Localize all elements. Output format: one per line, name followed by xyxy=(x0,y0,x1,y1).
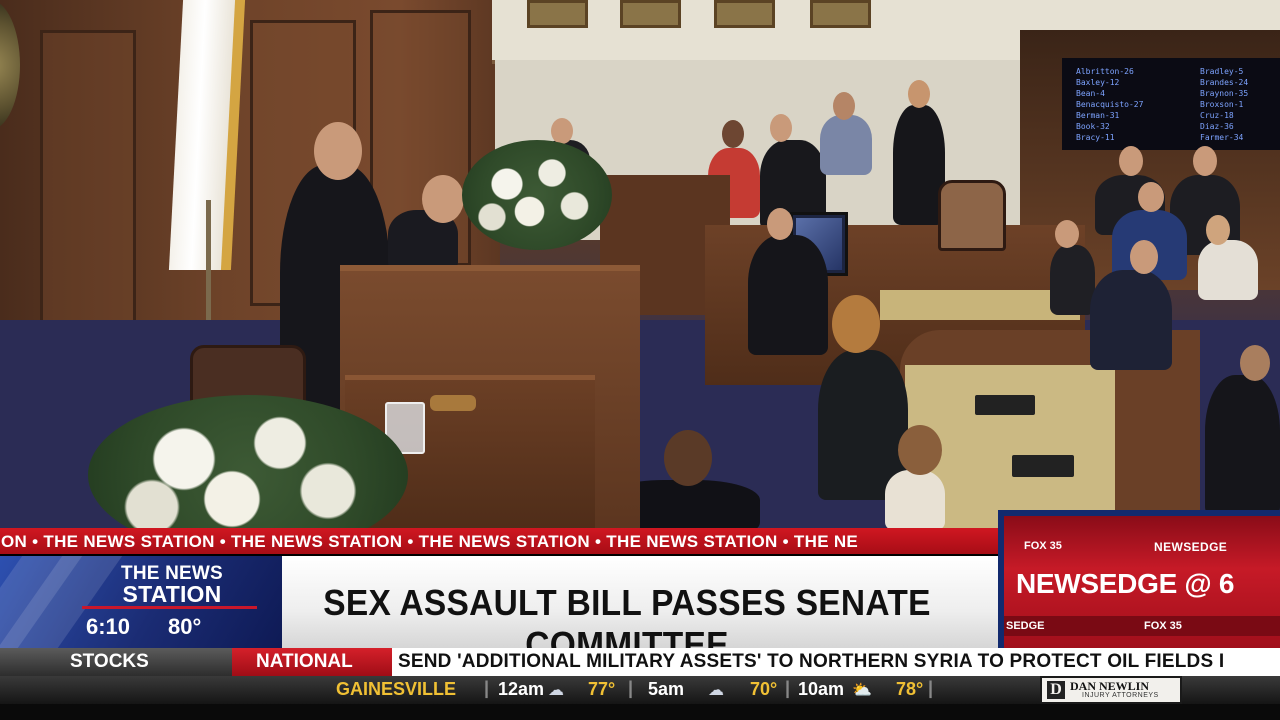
promo-show-name: NEWSEDGE xyxy=(1154,540,1228,554)
category-tab: NATIONAL xyxy=(232,648,392,676)
station-time: 6:10 xyxy=(86,614,131,639)
category-label: NATIONAL xyxy=(256,651,353,672)
station-name-line2: STATION xyxy=(122,581,222,607)
promo-band xyxy=(1004,616,1280,636)
separator: | xyxy=(785,678,791,698)
weather-city: GAINESVILLE xyxy=(336,679,457,699)
separator: | xyxy=(484,678,490,698)
stocks-tab: STOCKS xyxy=(0,648,232,676)
gavel xyxy=(430,395,476,411)
station-name: THE NEWS STATION xyxy=(82,564,262,606)
partly-sunny-icon: ⛅ xyxy=(852,682,872,699)
forecast-time: 5am xyxy=(648,679,685,699)
vote-board: Albritton-26 Baxley-12 Bean-4 Benacquist… xyxy=(1062,58,1280,150)
forecast-temp: 77° xyxy=(588,679,616,699)
separator: | xyxy=(628,678,634,698)
forecast-time: 10am xyxy=(798,679,845,699)
sponsor-tagline: INJURY ATTORNEYS xyxy=(1082,692,1159,699)
laptop xyxy=(1012,455,1074,477)
cloudy-icon: ☁ xyxy=(708,682,724,699)
flower-arrangement xyxy=(462,140,612,250)
separator: | xyxy=(928,678,934,698)
headline-box: SEX ASSAULT BILL PASSES SENATE COMMITTEE xyxy=(282,556,1002,665)
video-frame: Albritton-26 Baxley-12 Bean-4 Benacquist… xyxy=(0,0,1280,530)
station-temperature: 80° xyxy=(168,614,202,639)
speaker-head xyxy=(314,122,362,180)
forecast-temp: 78° xyxy=(896,679,924,699)
vote-board-right-column: Bradley-5 Brandes-24 Braynon-35 Broxson-… xyxy=(1200,67,1249,142)
station-bug: THE NEWS STATION 6:10 80° xyxy=(0,556,282,648)
sponsor-badge: D DAN NEWLIN INJURY ATTORNEYS xyxy=(1040,676,1182,704)
sponsor-logo-icon: D xyxy=(1047,681,1065,699)
promo-band-left: SEDGE xyxy=(1006,620,1045,632)
laptop xyxy=(975,395,1035,415)
stocks-label: STOCKS xyxy=(70,651,149,672)
promo-channel: FOX 35 xyxy=(1024,540,1062,552)
news-crawl-text: SEND 'ADDITIONAL MILITARY ASSETS' TO NOR… xyxy=(398,651,1225,672)
promo-band-right: FOX 35 xyxy=(1144,620,1182,632)
chair xyxy=(938,180,1006,251)
partly-cloudy-night-icon: ☁ xyxy=(548,682,564,699)
forecast-time: 12am xyxy=(498,679,545,699)
station-ticker-text: ATION • THE NEWS STATION • THE NEWS STAT… xyxy=(0,532,859,551)
station-divider xyxy=(82,606,257,609)
station-ticker-banner: ATION • THE NEWS STATION • THE NEWS STAT… xyxy=(0,528,1000,554)
vote-board-left-column: Albritton-26 Baxley-12 Bean-4 Benacquist… xyxy=(1076,67,1144,142)
promo-title: NEWSEDGE @ 6 xyxy=(1016,568,1235,599)
forecast-temp: 70° xyxy=(750,679,778,699)
newsedge-promo: FOX 35 NEWSEDGE NEWSEDGE @ 6 SEDGE FOX 3… xyxy=(998,510,1280,650)
bottom-strip xyxy=(0,704,1280,720)
